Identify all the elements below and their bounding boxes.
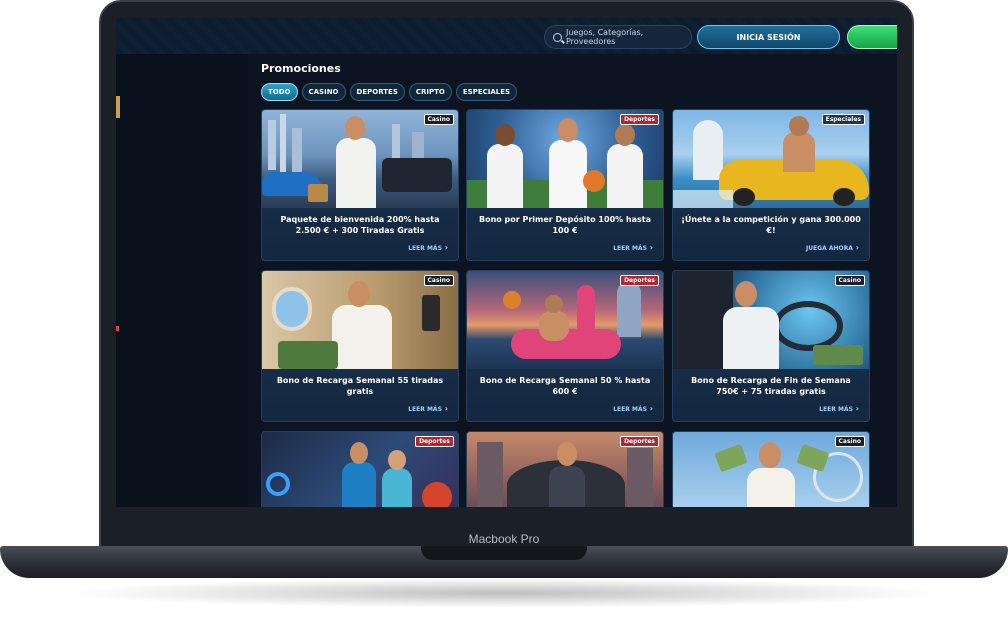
promo-title: Bono por Primer Depósito 100% hasta 100 … xyxy=(478,215,652,235)
category-badge: Casino xyxy=(423,275,454,286)
category-badge: Casino xyxy=(423,114,454,125)
read-more-link[interactable]: LEER MÁS xyxy=(613,243,653,252)
laptop-shadow xyxy=(60,578,948,608)
laptop-notch xyxy=(421,546,587,560)
register-button[interactable] xyxy=(847,25,897,49)
promo-card[interactable]: Deportes xyxy=(261,431,459,507)
promo-title: Bono de Recarga de Fin de Semana 750€ + … xyxy=(691,376,851,396)
promo-card[interactable]: Casino Paquete de bienvenida 200% hasta … xyxy=(261,109,459,261)
category-badge: Especiales xyxy=(821,114,865,125)
top-bar: Juegos, Categorías, Proveedores INICIA S… xyxy=(116,18,897,54)
promo-title: Bono de Recarga Semanal 50 % hasta 600 € xyxy=(479,376,651,396)
search-input[interactable]: Juegos, Categorías, Proveedores xyxy=(544,25,692,49)
read-more-link[interactable]: LEER MÁS xyxy=(613,404,653,413)
play-now-link[interactable]: JUEGA AHORA xyxy=(806,243,859,252)
promo-card[interactable]: Deportes xyxy=(466,431,664,507)
promo-card[interactable]: Deportes Bono de Recarga Semanal 50 % ha… xyxy=(466,270,664,422)
promo-card[interactable]: Casino Bono de Recarga Semanal 55 tirada… xyxy=(261,270,459,422)
search-placeholder: Juegos, Categorías, Proveedores xyxy=(566,28,644,46)
filter-tab-cripto[interactable]: CRIPTO xyxy=(408,83,452,101)
search-icon xyxy=(553,32,562,42)
sidebar-marker xyxy=(116,96,120,118)
filter-tab-todo[interactable]: TODO xyxy=(261,83,298,101)
read-more-link[interactable]: LEER MÁS xyxy=(408,243,448,252)
main-content: Promociones TODO CASINO DEPORTES CRIPTO … xyxy=(248,54,897,507)
filter-tab-deportes[interactable]: DEPORTES xyxy=(349,83,405,101)
screen: Juegos, Categorías, Proveedores INICIA S… xyxy=(116,18,897,507)
promo-title: Bono de Recarga Semanal 55 tiradas grati… xyxy=(276,376,444,396)
category-badge: Casino xyxy=(834,436,865,447)
read-more-link[interactable]: LEER MÁS xyxy=(408,404,448,413)
page-title: Promociones xyxy=(261,62,341,75)
promo-card[interactable]: Casino xyxy=(672,431,870,507)
sidebar xyxy=(116,54,248,507)
filter-tabs: TODO CASINO DEPORTES CRIPTO ESPECIALES xyxy=(261,83,518,101)
category-badge: Deportes xyxy=(620,275,659,286)
category-badge: Deportes xyxy=(620,114,659,125)
category-badge: Casino xyxy=(834,275,865,286)
device-label: Macbook Pro xyxy=(468,532,540,546)
read-more-link[interactable]: LEER MÁS xyxy=(819,404,859,413)
login-button[interactable]: INICIA SESIÓN xyxy=(697,25,840,49)
sidebar-indicator xyxy=(116,326,119,331)
filter-tab-especiales[interactable]: ESPECIALES xyxy=(455,83,518,101)
filter-tab-casino[interactable]: CASINO xyxy=(301,83,346,101)
promo-title: Paquete de bienvenida 200% hasta 2.500 €… xyxy=(280,215,440,235)
category-badge: Deportes xyxy=(620,436,659,447)
category-badge: Deportes xyxy=(415,436,454,447)
promo-card[interactable]: Deportes Bono por Primer Depósito 100% h… xyxy=(466,109,664,261)
promo-title: ¡Únete a la competición y gana 300.000 €… xyxy=(681,215,861,235)
promo-card[interactable]: Casino Bono de Recarga de Fin de Semana … xyxy=(672,270,870,422)
promo-card[interactable]: Especiales ¡Únete a la competición y gan… xyxy=(672,109,870,261)
